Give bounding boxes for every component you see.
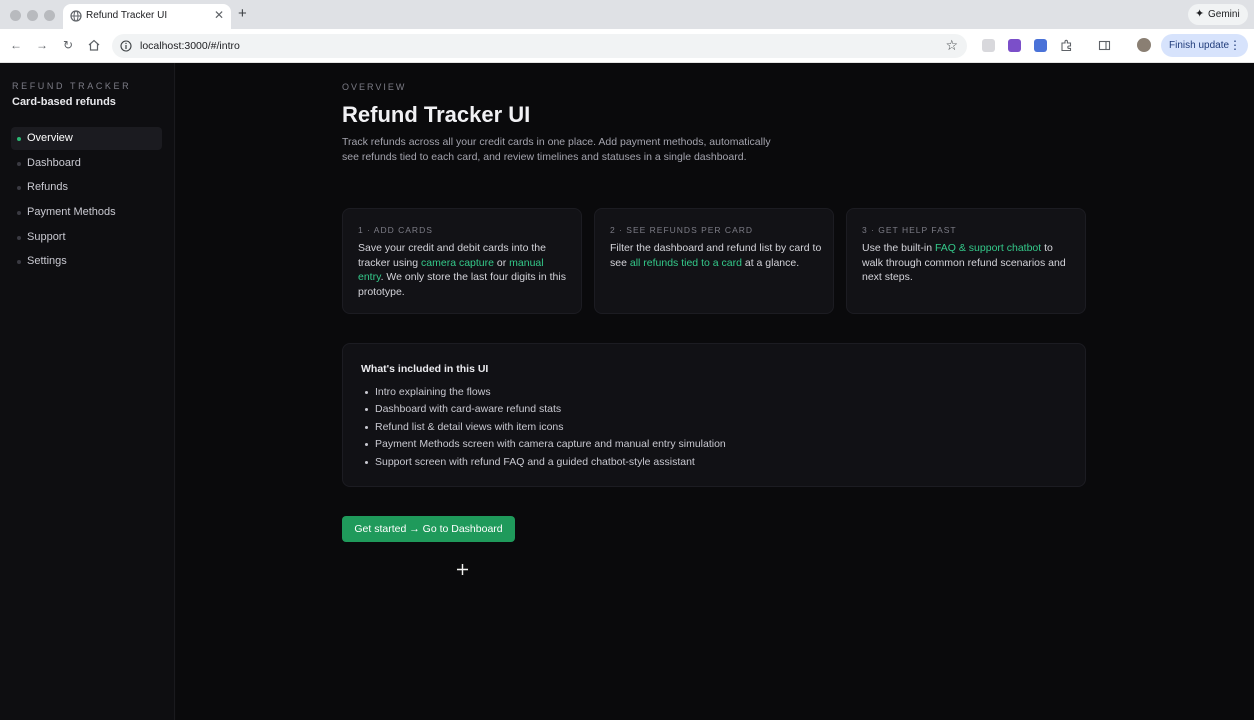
brand-eyebrow: REFUND TRACKER [12,81,132,91]
bullet-icon [365,426,368,429]
sparkle-icon: ✦ [1195,8,1205,20]
browser-tab[interactable]: Refund Tracker UI ✕ [63,4,231,29]
tab-title: Refund Tracker UI [86,10,168,21]
side-panel-icon[interactable] [1098,39,1111,52]
list-item: Refund list & detail views with item ico… [375,421,564,433]
gemini-label: Gemini [1208,9,1240,20]
extension-icon[interactable] [1034,39,1047,52]
step-text: Save your credit and debit cards into th… [358,241,570,300]
brand-title: Card-based refunds [12,96,116,108]
step-text-part: Use the built-in [862,242,935,254]
included-title: What's included in this UI [361,363,489,375]
sidebar-item-label: Payment Methods [27,206,116,218]
step-text: Use the built-in FAQ & support chatbot t… [862,241,1074,285]
step-card-add-cards: 1 · ADD CARDS Save your credit and debit… [342,208,582,314]
bullet-icon [365,391,368,394]
dot-icon [17,211,21,215]
dot-icon [17,260,21,264]
step-title: 1 · ADD CARDS [358,225,433,235]
step-title: 3 · GET HELP FAST [862,225,957,235]
step-title: 2 · SEE REFUNDS PER CARD [610,225,754,235]
bullet-icon [365,461,368,464]
sidebar-item-label: Settings [27,255,67,267]
sidebar-item-label: Refunds [27,181,68,193]
bullet-icon [365,408,368,411]
browser-toolbar: ← → ↻ localhost:3000/#/intro ☆ Finish up… [0,29,1254,63]
bookmark-star-icon[interactable]: ☆ [945,37,958,53]
url-text: localhost:3000/#/intro [140,40,240,52]
extension-icon[interactable] [1008,39,1021,52]
browser-tab-bar: Refund Tracker UI ✕ + ✦ Gemini [0,0,1254,29]
active-dot-icon [17,137,21,141]
new-tab-button[interactable]: + [238,6,247,22]
page-title: Refund Tracker UI [342,102,531,127]
globe-icon [70,10,82,22]
more-vertical-icon: ⋮ [1229,38,1241,52]
site-info-icon[interactable] [120,40,132,52]
get-started-label: Get started → Go to Dashboard [354,523,503,535]
sidebar-item-dashboard[interactable]: Dashboard [11,152,162,175]
step-text-part: or [493,256,510,269]
step-text-part: at a glance. [741,256,800,269]
page-eyebrow: OVERVIEW [342,82,407,92]
camera-capture-link[interactable]: camera capture [421,257,494,269]
step-card-get-help: 3 · GET HELP FAST Use the built-in FAQ &… [846,208,1086,314]
sidebar-item-label: Overview [27,132,73,144]
close-tab-icon[interactable]: ✕ [214,8,224,22]
refunds-per-card-link[interactable]: all refunds tied to a card [630,257,742,269]
home-icon[interactable] [87,38,101,52]
sidebar-item-label: Dashboard [27,157,81,169]
sidebar-item-payment-methods[interactable]: Payment Methods [11,201,162,224]
list-item: Dashboard with card-aware refund stats [375,403,562,415]
step-card-refunds-per-card: 2 · SEE REFUNDS PER CARD Filter the dash… [594,208,834,314]
finish-update-button[interactable]: Finish update ⋮ [1161,34,1248,57]
profile-avatar[interactable] [1137,38,1151,52]
included-panel: What's included in this UI Intro explain… [342,343,1086,487]
sidebar-item-overview[interactable]: Overview [11,127,162,150]
window-minimize-control[interactable] [27,10,38,21]
back-arrow-icon[interactable]: ← [9,38,23,52]
puzzle-icon[interactable] [1060,39,1073,52]
list-item: Payment Methods screen with camera captu… [375,438,726,450]
move-cursor-icon [456,563,469,576]
dot-icon [17,162,21,166]
extension-icon[interactable] [982,39,995,52]
bullet-icon [365,443,368,446]
sidebar-item-refunds[interactable]: Refunds [11,176,162,199]
step-text: Filter the dashboard and refund list by … [610,241,822,270]
dot-icon [17,236,21,240]
dot-icon [17,186,21,190]
step-text-part: . We only store the last four digits in … [358,271,566,299]
page-description: Track refunds across all your credit car… [342,136,771,163]
sidebar: REFUND TRACKER Card-based refunds Overvi… [0,63,175,720]
finish-update-label: Finish update [1169,40,1230,51]
list-item: Intro explaining the flows [375,386,491,398]
reload-icon[interactable]: ↻ [61,38,75,52]
sidebar-item-settings[interactable]: Settings [11,250,162,273]
address-bar[interactable]: localhost:3000/#/intro ☆ [112,34,967,58]
get-started-button[interactable]: Get started → Go to Dashboard [342,516,515,542]
list-item: Support screen with refund FAQ and a gui… [375,456,695,468]
gemini-button[interactable]: ✦ Gemini [1188,4,1248,25]
sidebar-item-support[interactable]: Support [11,226,162,249]
window-close-control[interactable] [10,10,21,21]
forward-arrow-icon[interactable]: → [35,38,49,52]
window-zoom-control[interactable] [44,10,55,21]
sidebar-item-label: Support [27,231,66,243]
main-content: OVERVIEW Refund Tracker UI Track refunds… [176,63,1254,720]
faq-chatbot-link[interactable]: FAQ & support chatbot [935,242,1041,254]
